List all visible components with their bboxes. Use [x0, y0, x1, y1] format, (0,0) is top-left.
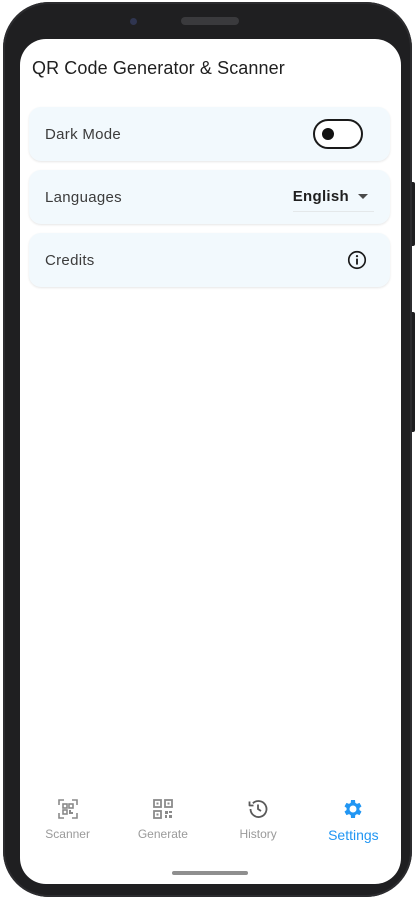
- app-title: QR Code Generator & Scanner: [32, 58, 285, 78]
- languages-label: Languages: [45, 188, 122, 206]
- setting-dark-mode: Dark Mode: [29, 107, 390, 161]
- setting-credits[interactable]: Credits: [29, 233, 390, 287]
- setting-languages: Languages English: [29, 170, 390, 224]
- nav-label-settings: Settings: [328, 827, 379, 843]
- caret-down-icon: [358, 194, 368, 199]
- dark-mode-label: Dark Mode: [45, 125, 122, 143]
- qr-scan-icon: [57, 799, 78, 819]
- nav-label-generate: Generate: [137, 827, 188, 841]
- credits-label: Credits: [45, 251, 95, 269]
- front-camera: [130, 18, 137, 25]
- nav-item-history[interactable]: History: [211, 787, 306, 847]
- nav-item-scanner[interactable]: Scanner: [20, 787, 115, 847]
- bottom-navigation: Scanner Generate History Settings: [20, 787, 401, 847]
- phone-frame: QR Code Generator & Scanner Dark Mode La…: [3, 2, 412, 897]
- language-selected-value: English: [292, 188, 349, 205]
- language-dropdown[interactable]: English: [292, 182, 374, 212]
- app-screen: QR Code Generator & Scanner Dark Mode La…: [20, 39, 401, 884]
- dark-mode-toggle[interactable]: [313, 119, 363, 149]
- toggle-knob: [322, 128, 334, 140]
- qr-code-icon: [152, 799, 173, 819]
- info-icon[interactable]: [346, 249, 368, 271]
- earpiece-speaker: [181, 17, 239, 25]
- home-indicator[interactable]: [172, 871, 248, 875]
- nav-item-settings[interactable]: Settings: [306, 787, 401, 847]
- nav-item-generate[interactable]: Generate: [115, 787, 210, 847]
- gear-icon: [344, 800, 362, 818]
- nav-label-scanner: Scanner: [45, 827, 90, 841]
- nav-label-history: History: [239, 827, 277, 841]
- history-icon: [248, 800, 268, 818]
- device-stage: QR Code Generator & Scanner Dark Mode La…: [0, 0, 415, 900]
